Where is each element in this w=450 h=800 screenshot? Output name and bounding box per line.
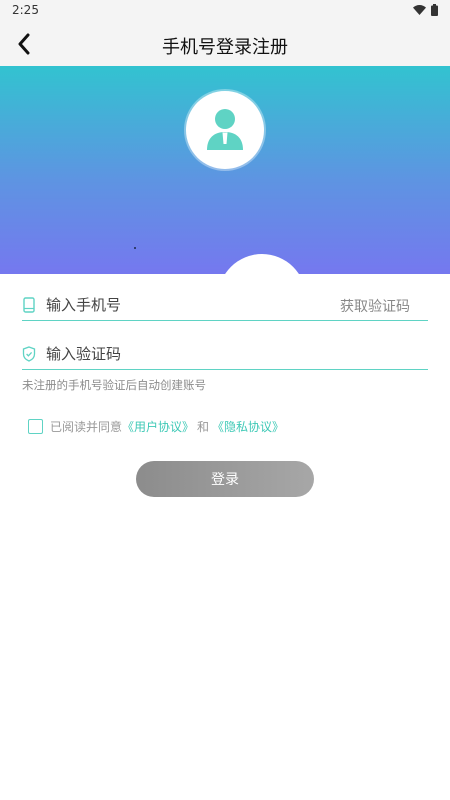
hero-banner bbox=[0, 66, 450, 274]
app-bar: 手机号登录注册 bbox=[0, 22, 450, 66]
user-agreement-link[interactable]: 《用户协议》 bbox=[122, 418, 194, 435]
phone-icon bbox=[23, 297, 35, 313]
page-title: 手机号登录注册 bbox=[162, 37, 288, 58]
phone-field: 获取验证码 bbox=[22, 289, 428, 321]
user-avatar-icon bbox=[207, 109, 243, 150]
hero-arc bbox=[218, 254, 306, 274]
code-field bbox=[22, 338, 428, 370]
status-icons bbox=[413, 4, 438, 16]
code-input[interactable] bbox=[46, 342, 336, 366]
phone-input[interactable] bbox=[46, 293, 336, 317]
wifi-icon bbox=[413, 5, 426, 15]
get-code-button[interactable]: 获取验证码 bbox=[340, 296, 410, 316]
status-bar: 2:25 bbox=[0, 0, 450, 22]
privacy-agreement-link[interactable]: 《隐私协议》 bbox=[212, 418, 284, 435]
status-time: 2:25 bbox=[12, 3, 39, 17]
hero-dot bbox=[134, 247, 136, 249]
shield-icon bbox=[22, 346, 36, 362]
register-hint: 未注册的手机号验证后自动创建账号 bbox=[22, 378, 206, 392]
agreement-row: 已阅读并同意 《用户协议》 和 《隐私协议》 bbox=[28, 418, 284, 435]
agreement-prefix: 已阅读并同意 bbox=[50, 420, 123, 434]
battery-icon bbox=[431, 4, 438, 16]
agreement-and: 和 bbox=[197, 420, 210, 434]
login-button[interactable]: 登录 bbox=[136, 461, 314, 497]
agreement-checkbox[interactable] bbox=[28, 419, 43, 434]
avatar bbox=[186, 91, 264, 169]
